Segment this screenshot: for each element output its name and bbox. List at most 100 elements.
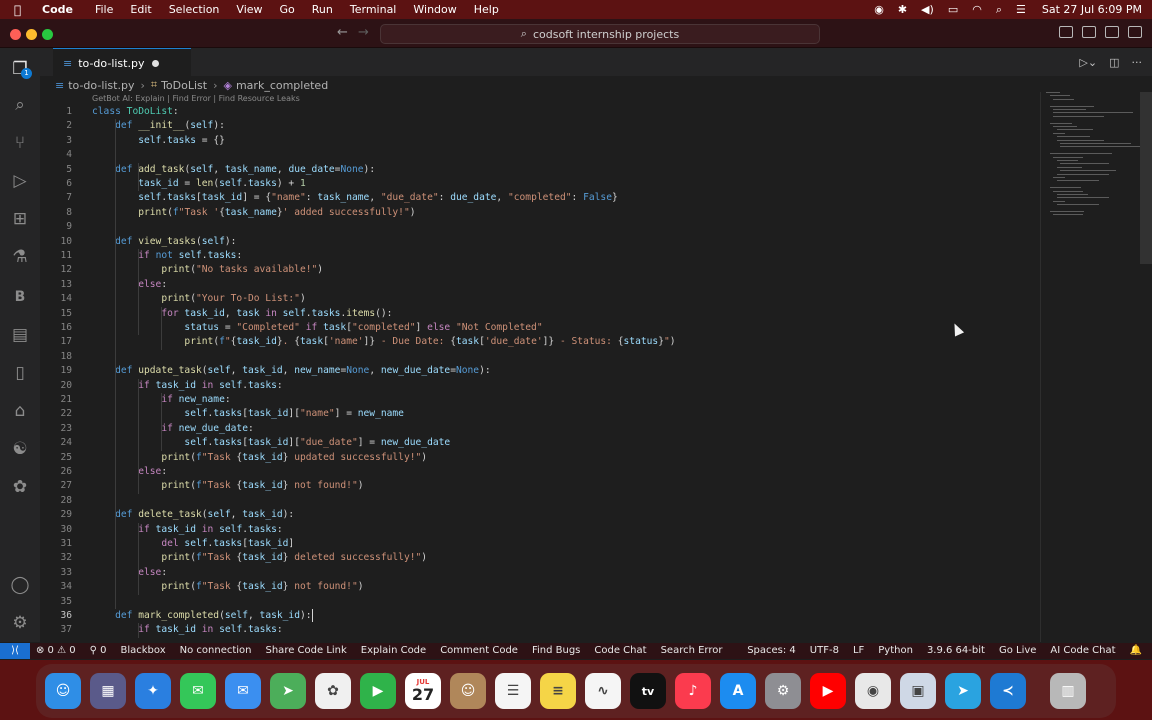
tab-to-do-list-py[interactable]: ≡ to-do-list.py — [53, 48, 191, 77]
source-control-icon[interactable]: ⑂ — [9, 132, 31, 154]
toggle-secondary-sidebar-icon[interactable] — [1105, 26, 1119, 38]
vertical-scrollbar[interactable] — [1140, 92, 1152, 264]
code-line[interactable]: 2 def __init__(self): — [40, 119, 1040, 133]
code-line[interactable]: 1 class ToDoList: — [40, 105, 1040, 119]
apple-menu-icon[interactable]:  — [14, 3, 28, 17]
status-search-error[interactable]: Search Error — [661, 645, 723, 656]
menu-go[interactable]: Go — [280, 3, 295, 16]
code-line[interactable]: 20 if task_id in self.tasks: — [40, 379, 1040, 393]
toggle-primary-sidebar-icon[interactable] — [1059, 26, 1073, 38]
menu-edit[interactable]: Edit — [130, 3, 151, 16]
code-text[interactable]: else: — [92, 566, 167, 580]
menu-selection[interactable]: Selection — [169, 3, 220, 16]
code-line[interactable]: 6 task_id = len(self.tasks) + 1 — [40, 177, 1040, 191]
menu-view[interactable]: View — [236, 3, 262, 16]
menu-help[interactable]: Help — [474, 3, 499, 16]
code-text[interactable]: def delete_task(self, task_id): — [92, 508, 294, 522]
code-line[interactable]: 3 self.tasks = {} — [40, 134, 1040, 148]
menu-window[interactable]: Window — [413, 3, 456, 16]
code-line[interactable]: 13 else: — [40, 278, 1040, 292]
code-text[interactable]: def view_tasks(self): — [92, 235, 236, 249]
code-text[interactable]: print(f"Task {task_id} not found!") — [92, 479, 363, 493]
status-go-live[interactable]: Go Live — [999, 645, 1036, 656]
code-text[interactable]: else: — [92, 278, 167, 292]
minimize-window-button[interactable] — [26, 29, 37, 40]
code-line[interactable]: 7 self.tasks[task_id] = {"name": task_na… — [40, 191, 1040, 205]
bookmarks-icon[interactable]: ▯ — [9, 362, 31, 384]
search-view-icon[interactable]: ⌕ — [9, 94, 31, 116]
remote-indicator-icon[interactable]: ⟩⟨ — [0, 643, 30, 659]
code-text[interactable]: self.tasks[task_id]["due_date"] = new_du… — [92, 436, 450, 450]
code-line[interactable]: 31 del self.tasks[task_id] — [40, 537, 1040, 551]
code-line[interactable]: 9 — [40, 220, 1040, 234]
app-menu[interactable]: Code — [42, 3, 73, 16]
manage-gear-icon[interactable]: ⚙ — [9, 612, 31, 634]
code-line[interactable]: 22 self.tasks[task_id]["name"] = new_nam… — [40, 407, 1040, 421]
menu-terminal[interactable]: Terminal — [350, 3, 397, 16]
code-line[interactable]: 12 print("No tasks available!") — [40, 263, 1040, 277]
dock-trash-icon[interactable]: ▥ — [1050, 673, 1086, 709]
copilot-icon[interactable]: ✿ — [9, 476, 31, 498]
dock-preview-icon[interactable]: ▣ — [900, 673, 936, 709]
code-line[interactable]: 26 else: — [40, 465, 1040, 479]
menu-run[interactable]: Run — [312, 3, 333, 16]
blackbox-icon[interactable]: B — [9, 286, 31, 308]
status-no-connection[interactable]: No connection — [180, 645, 252, 656]
code-line[interactable]: 24 self.tasks[task_id]["due_date"] = new… — [40, 436, 1040, 450]
dock-calendar-icon[interactable]: JUL 27 — [405, 673, 441, 709]
split-editor-icon[interactable]: ◫ — [1109, 56, 1119, 69]
codelens-actions[interactable]: GetBot AI: Explain | Find Error | Find R… — [92, 94, 300, 103]
status-language[interactable]: Python — [878, 645, 913, 656]
code-text[interactable]: status = "Completed" if task["completed"… — [92, 321, 542, 335]
status-code-chat[interactable]: Code Chat — [594, 645, 646, 656]
extensions-icon[interactable]: ⊞ — [9, 208, 31, 230]
code-text[interactable]: def __init__(self): — [92, 119, 225, 133]
code-line[interactable]: 30 if task_id in self.tasks: — [40, 523, 1040, 537]
dock-chrome-icon[interactable]: ◉ — [855, 673, 891, 709]
breadcrumb-class[interactable]: ToDoList — [161, 79, 207, 92]
code-line[interactable]: 18 — [40, 350, 1040, 364]
breadcrumb-method[interactable]: mark_completed — [236, 79, 328, 92]
code-text[interactable]: print(f"Task '{task_name}' added success… — [92, 206, 415, 220]
dock-app-store-icon[interactable]: A — [720, 673, 756, 709]
code-text[interactable]: print("No tasks available!") — [92, 263, 323, 277]
dock-safari-icon[interactable]: ✦ — [135, 673, 171, 709]
code-line[interactable]: 15 for task_id, task in self.tasks.items… — [40, 307, 1040, 321]
status-comment-code[interactable]: Comment Code — [440, 645, 518, 656]
code-text[interactable]: print("Your To-Do List:") — [92, 292, 305, 306]
command-center-search[interactable]: ⌕ codsoft internship projects — [380, 24, 820, 44]
battery-icon[interactable]: ▭ — [948, 3, 958, 16]
dock-freeform-icon[interactable]: ∿ — [585, 673, 621, 709]
bluetooth-icon[interactable]: ✱ — [898, 3, 907, 16]
status-explain-code[interactable]: Explain Code — [361, 645, 426, 656]
code-text[interactable]: def update_task(self, task_id, new_name=… — [92, 364, 491, 378]
dock-messages-icon[interactable]: ✉ — [180, 673, 216, 709]
containers-icon[interactable]: ⌂ — [9, 400, 31, 422]
status-find-bugs[interactable]: Find Bugs — [532, 645, 580, 656]
status-encoding[interactable]: UTF-8 — [810, 645, 839, 656]
code-text[interactable]: print(f"{task_id}. {task['name']} - Due … — [92, 335, 675, 349]
breadcrumb-file[interactable]: to-do-list.py — [68, 79, 134, 92]
dock-youtube-icon[interactable]: ▶ — [810, 673, 846, 709]
code-line[interactable]: 11 if not self.tasks: — [40, 249, 1040, 263]
menu-file[interactable]: File — [95, 3, 113, 16]
code-text[interactable]: self.tasks[task_id] = {"name": task_name… — [92, 191, 618, 205]
code-text[interactable]: if task_id in self.tasks: — [92, 523, 282, 537]
code-text[interactable]: print(f"Task {task_id} updated successfu… — [92, 451, 427, 465]
dock-vscode-icon[interactable]: ≺ — [990, 673, 1026, 709]
dock-music-icon[interactable]: ♪ — [675, 673, 711, 709]
code-line[interactable]: 25 print(f"Task {task_id} updated succes… — [40, 451, 1040, 465]
code-text[interactable]: def add_task(self, task_name, due_date=N… — [92, 163, 375, 177]
code-line[interactable]: 8 print(f"Task '{task_name}' added succe… — [40, 206, 1040, 220]
status-eol[interactable]: LF — [853, 645, 864, 656]
dock-finder-icon[interactable]: ☺ — [45, 673, 81, 709]
code-line[interactable]: 4 — [40, 148, 1040, 162]
code-line[interactable]: 28 — [40, 494, 1040, 508]
wifi-icon[interactable]: ◠ — [972, 3, 982, 16]
back-arrow-icon[interactable]: ← — [337, 25, 348, 40]
run-file-icon[interactable]: ▷⌄ — [1079, 56, 1097, 69]
code-line[interactable]: 36 def mark_completed(self, task_id): — [40, 609, 1040, 623]
dock-facetime-icon[interactable]: ▶ — [360, 673, 396, 709]
code-line[interactable]: 14 print("Your To-Do List:") — [40, 292, 1040, 306]
minimap[interactable] — [1046, 92, 1141, 232]
